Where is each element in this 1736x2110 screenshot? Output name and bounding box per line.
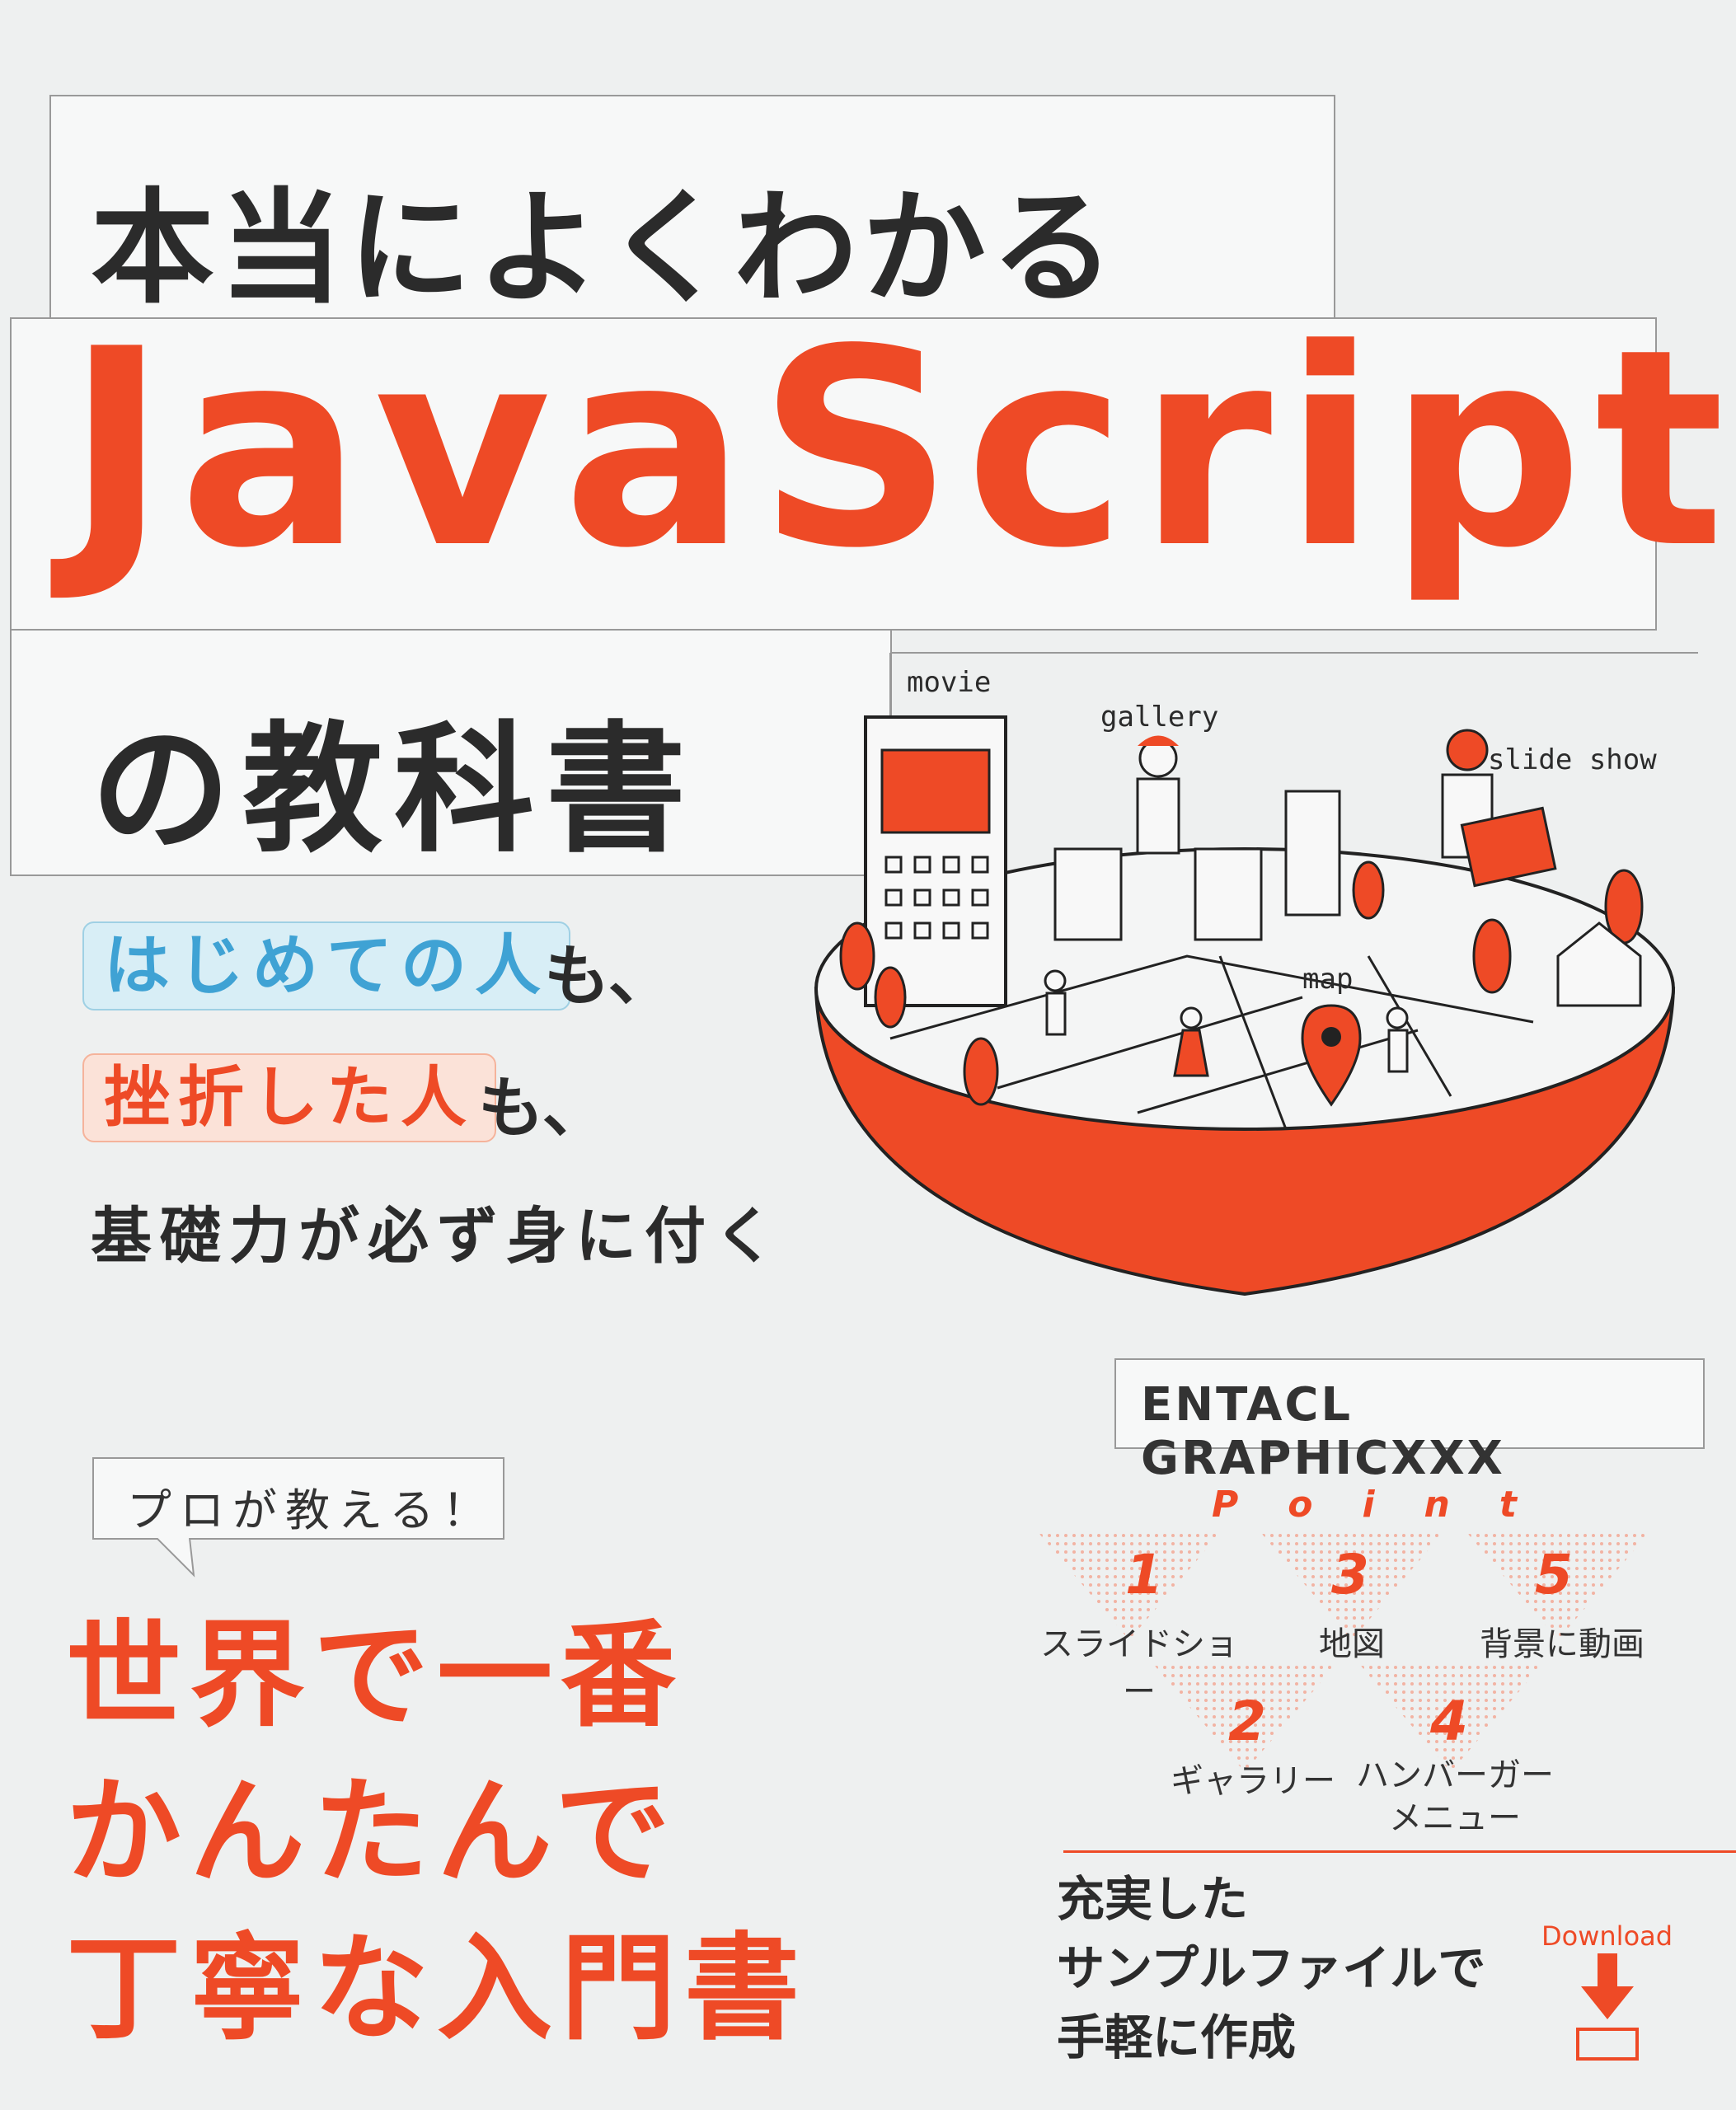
bubble-tail — [157, 1538, 195, 1578]
points-header: Point — [1212, 1484, 1566, 1526]
download-icon — [1576, 1953, 1639, 2061]
point-3-label: 地図 — [1319, 1625, 1385, 1663]
tag-quitters: 挫折した人 — [82, 1053, 496, 1142]
label-map: map — [1302, 963, 1354, 996]
point-2-label: ギャラリー — [1171, 1762, 1335, 1800]
label-slideshow: slide show — [1488, 743, 1657, 776]
headline-line-1: 世界で一番 — [66, 1609, 685, 1743]
download-label: Download — [1541, 1920, 1673, 1952]
tag2-suffix: も、 — [478, 1070, 608, 1146]
point-1-number: 1 — [1125, 1543, 1163, 1606]
author-box: ENTACL GRAPHICXXX — [1114, 1358, 1705, 1485]
author-name: ENTACL GRAPHICXXX — [1141, 1378, 1505, 1485]
speech-bubble: プロが教える！ — [92, 1457, 504, 1540]
point-1-label: スライドショー — [1040, 1625, 1238, 1711]
label-gallery: gallery — [1100, 701, 1219, 734]
bubble-text: プロが教える！ — [127, 1484, 495, 1536]
tag1-suffix: も、 — [544, 938, 674, 1015]
point-5-label: 背景に動画 — [1480, 1625, 1645, 1663]
divider-line — [1063, 1850, 1736, 1853]
title-javascript: JavaScript — [66, 291, 1736, 607]
title-line-3: の教科書 — [91, 709, 698, 872]
point-4-label: ハンバーガー メニュー — [1356, 1756, 1554, 1837]
point-4-number: 4 — [1430, 1690, 1468, 1753]
sample-files-text: 充実した サンプルファイルで 手軽に作成 — [1057, 1871, 1486, 2065]
headline-line-3: 丁寧な入門書 — [66, 1922, 809, 2056]
tag-first-timers: はじめての人 — [82, 921, 570, 1010]
point-2-number: 2 — [1228, 1690, 1266, 1753]
label-movie: movie — [907, 666, 992, 699]
point-3-number: 3 — [1331, 1543, 1369, 1606]
lead-line-3: 基礎力が必ず身に付く — [91, 1201, 783, 1272]
point-5-number: 5 — [1535, 1543, 1573, 1606]
headline-line-2: かんたんで — [66, 1765, 679, 1900]
